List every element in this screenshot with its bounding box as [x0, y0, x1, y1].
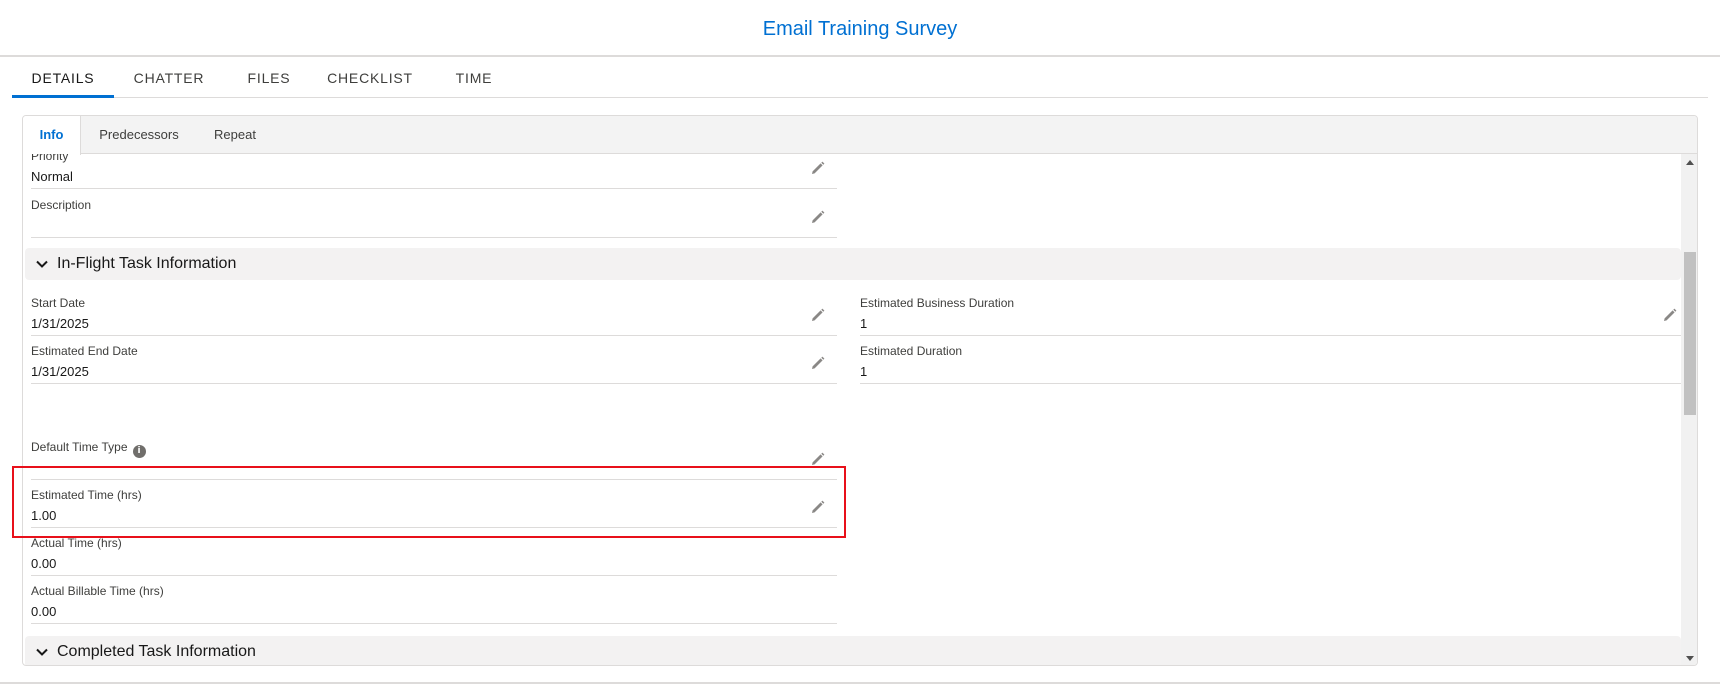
- field-label: Description: [31, 198, 92, 212]
- field-label: Estimated Business Duration: [860, 296, 1015, 310]
- field-label: Actual Time (hrs): [31, 536, 122, 550]
- chevron-down-icon: [36, 648, 48, 656]
- field-value: 1: [860, 316, 868, 331]
- field-label: Estimated Duration: [860, 344, 963, 358]
- field-label: Default Time Type i: [31, 440, 146, 458]
- subtab-info[interactable]: Info: [23, 116, 81, 155]
- info-icon[interactable]: i: [132, 445, 146, 458]
- scroll-up-arrow-icon[interactable]: [1686, 160, 1694, 165]
- bottom-divider: [0, 682, 1720, 684]
- main-tabs: DETAILS CHATTER FILES CHECKLIST TIME: [12, 58, 1708, 98]
- scrollbar-thumb[interactable]: [1684, 252, 1696, 415]
- field-value: 0.00: [31, 556, 57, 571]
- field-estimated-duration: Estimated Duration 1: [860, 336, 1681, 384]
- section-completed[interactable]: Completed Task Information: [25, 636, 1681, 665]
- field-value: 0.00: [31, 604, 57, 619]
- record-title: Email Training Survey: [762, 18, 958, 40]
- field-estimated-end-date: Estimated End Date 1/31/2025: [31, 336, 837, 384]
- pencil-icon[interactable]: [811, 356, 825, 370]
- sub-tabs: Info Predecessors Repeat: [23, 116, 1697, 155]
- scroll-down-arrow-icon[interactable]: [1686, 656, 1694, 661]
- section-title: Completed Task Information: [57, 643, 256, 660]
- field-start-date: Start Date 1/31/2025: [31, 288, 837, 336]
- vertical-scrollbar[interactable]: [1681, 154, 1697, 665]
- details-panel: Info Predecessors Repeat Priority Normal…: [22, 115, 1698, 666]
- subtab-predecessors[interactable]: Predecessors: [85, 116, 193, 154]
- field-estimated-business-duration: Estimated Business Duration 1: [860, 288, 1681, 336]
- tab-checklist[interactable]: CHECKLIST: [322, 58, 418, 98]
- field-estimated-time: Estimated Time (hrs) 1.00: [31, 480, 837, 528]
- field-label: Priority: [31, 154, 69, 163]
- field-label: Actual Billable Time (hrs): [31, 584, 164, 598]
- tab-details[interactable]: DETAILS: [12, 58, 114, 98]
- field-actual-billable-time: Actual Billable Time (hrs) 0.00: [31, 576, 837, 624]
- section-in-flight[interactable]: In-Flight Task Information: [25, 248, 1681, 280]
- field-label: Start Date: [31, 296, 86, 310]
- section-title: In-Flight Task Information: [57, 255, 237, 272]
- field-value: 1/31/2025: [31, 364, 89, 379]
- field-value: Normal: [31, 169, 73, 184]
- pencil-icon[interactable]: [811, 500, 825, 514]
- field-default-time-type: Default Time Type i: [31, 432, 837, 480]
- pencil-icon[interactable]: [811, 161, 825, 175]
- field-description: Description: [31, 190, 837, 238]
- subtab-repeat[interactable]: Repeat: [199, 116, 271, 154]
- field-actual-time: Actual Time (hrs) 0.00: [31, 528, 837, 576]
- pencil-icon[interactable]: [811, 308, 825, 322]
- tab-chatter[interactable]: CHATTER: [122, 58, 216, 98]
- field-value: 1: [860, 364, 868, 379]
- field-label: Estimated Time (hrs): [31, 488, 142, 502]
- field-label: Estimated End Date: [31, 344, 138, 358]
- record-header: Email Training Survey: [0, 0, 1720, 57]
- tab-time[interactable]: TIME: [438, 58, 510, 98]
- chevron-down-icon: [36, 260, 48, 268]
- field-priority: Priority Normal: [31, 154, 837, 189]
- tab-files[interactable]: FILES: [234, 58, 304, 98]
- field-value: 1/31/2025: [31, 316, 89, 331]
- field-value: 1.00: [31, 508, 57, 523]
- field-label-text: Default Time Type: [31, 440, 128, 454]
- info-content: Priority Normal Description In-Flight Ta…: [23, 154, 1681, 665]
- pencil-icon[interactable]: [1663, 308, 1677, 322]
- pencil-icon[interactable]: [811, 210, 825, 224]
- pencil-icon[interactable]: [811, 452, 825, 466]
